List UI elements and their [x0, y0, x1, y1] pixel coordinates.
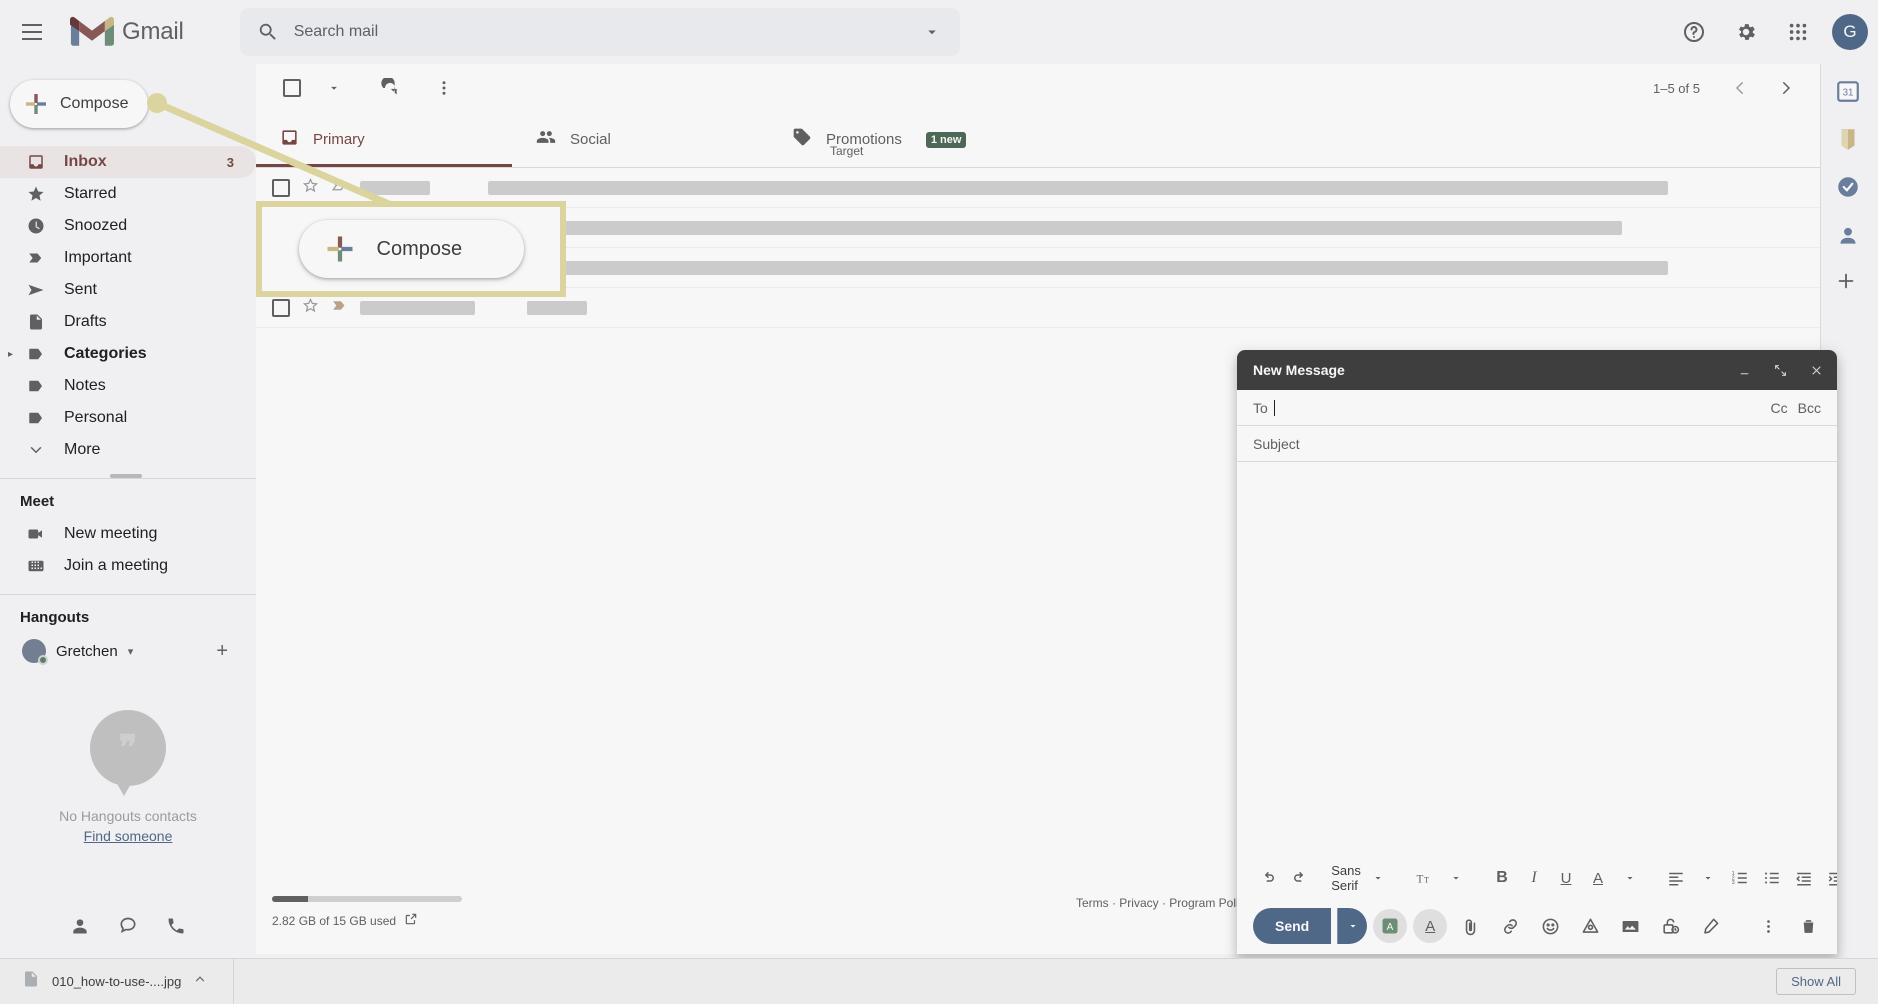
gmail-app: Gmail Search mail G Compose Inbox 3 Star… [0, 0, 1878, 1004]
compose-callout-highlight: Compose [256, 201, 566, 297]
plus-icon [327, 236, 352, 262]
compose-button-highlighted[interactable]: Compose [298, 220, 524, 278]
callout-leader-line [155, 99, 400, 212]
callout-anchor-dot [147, 93, 167, 113]
callout-compose-label: Compose [376, 237, 463, 260]
